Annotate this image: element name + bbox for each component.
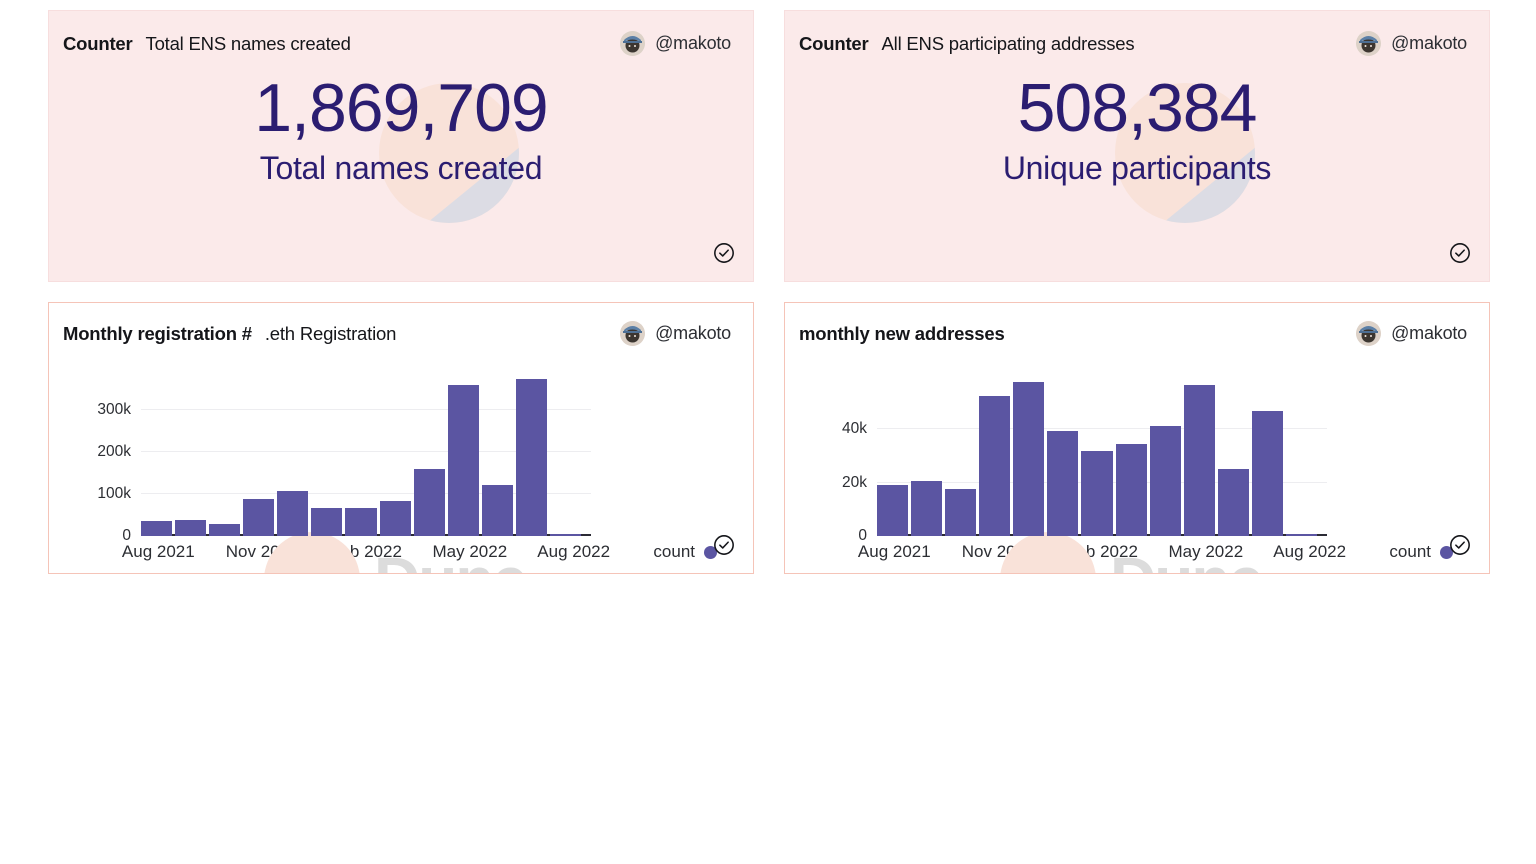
- card-grid: Counter Total ENS names created: [48, 10, 1492, 574]
- x-axis-tick-label: May 2022: [1169, 542, 1244, 562]
- bar[interactable]: [945, 489, 976, 536]
- bar[interactable]: [911, 481, 942, 536]
- card-title: Total ENS names created: [146, 33, 351, 55]
- y-axis-tick-label: 20k: [842, 474, 867, 492]
- bar[interactable]: [1116, 444, 1147, 536]
- card-kind-label: Counter: [63, 33, 133, 55]
- legend-label: count: [1389, 542, 1431, 562]
- bar[interactable]: [175, 520, 206, 536]
- card-title-group: Counter All ENS participating addresses: [799, 33, 1134, 55]
- legend-label: count: [653, 542, 695, 562]
- card-author[interactable]: @makoto: [620, 31, 731, 56]
- card-title: All ENS participating addresses: [882, 33, 1135, 55]
- bar[interactable]: [1150, 426, 1181, 536]
- counter-body: 1,869,709 Total names created: [49, 74, 753, 187]
- author-handle: @makoto: [655, 33, 731, 54]
- x-axis-tick-label: Aug 2021: [858, 542, 931, 562]
- bar[interactable]: [979, 396, 1010, 536]
- avatar-makoto-icon: [620, 31, 645, 56]
- x-axis-tick-label: Feb 2022: [1066, 542, 1138, 562]
- check-circle-icon[interactable]: [713, 242, 735, 269]
- bar[interactable]: [414, 469, 445, 536]
- x-axis-tick-label: Feb 2022: [330, 542, 402, 562]
- x-axis: Aug 2021Nov 2021Feb 2022May 2022Aug 2022: [141, 542, 591, 564]
- counter-value: 1,869,709: [49, 74, 753, 142]
- x-axis-tick-label: Nov 2021: [226, 542, 299, 562]
- avatar-makoto-icon: [620, 321, 645, 346]
- y-axis-tick-label: 100k: [97, 485, 131, 503]
- bar-plot-1: 0100k200k300kAug 2021Nov 2021Feb 2022May…: [141, 376, 581, 536]
- chart-legend[interactable]: count: [1389, 542, 1453, 562]
- y-axis-tick-label: 300k: [97, 401, 131, 419]
- counter-card-unique-participants[interactable]: Counter All ENS participating addresses: [784, 10, 1490, 282]
- bar[interactable]: [1252, 411, 1283, 536]
- bar[interactable]: [516, 379, 547, 536]
- card-title-group: Monthly registration # .eth Registration: [63, 323, 396, 345]
- dashboard-board: Counter Total ENS names created: [0, 0, 1536, 864]
- x-axis: Aug 2021Nov 2021Feb 2022May 2022Aug 2022: [877, 542, 1327, 564]
- bar[interactable]: [482, 485, 513, 536]
- avatar-makoto-icon: [1356, 321, 1381, 346]
- x-axis-tick-label: Nov 2021: [962, 542, 1035, 562]
- author-handle: @makoto: [1391, 33, 1467, 54]
- bar-series-count: [141, 376, 581, 536]
- bar[interactable]: [141, 521, 172, 536]
- card-author[interactable]: @makoto: [620, 321, 731, 346]
- x-axis-tick-label: Aug 2022: [537, 542, 610, 562]
- x-axis-tick-label: Aug 2022: [1273, 542, 1346, 562]
- bar[interactable]: [1218, 469, 1249, 536]
- card-title-group: monthly new addresses: [799, 323, 1018, 345]
- bar[interactable]: [345, 508, 376, 536]
- counter-label: Total names created: [49, 150, 753, 187]
- chart-card-monthly-registration[interactable]: Monthly registration # .eth Registration: [48, 302, 754, 574]
- x-axis-tick-label: May 2022: [433, 542, 508, 562]
- chart-plot-area: Dune 020k40kAug 2021Nov 2021Feb 2022May …: [785, 352, 1489, 564]
- check-circle-icon[interactable]: [1449, 534, 1471, 561]
- bar[interactable]: [877, 485, 908, 536]
- y-axis-tick-label: 200k: [97, 443, 131, 461]
- card-kind-label: Counter: [799, 33, 869, 55]
- y-axis-tick-label: 40k: [842, 420, 867, 438]
- chart-card-monthly-new-addresses[interactable]: monthly new addresses @: [784, 302, 1490, 574]
- bar[interactable]: [550, 534, 581, 536]
- bar[interactable]: [209, 524, 240, 536]
- chart-plot-area: Dune 0100k200k300kAug 2021Nov 2021Feb 20…: [49, 352, 753, 564]
- avatar-makoto-icon: [1356, 31, 1381, 56]
- card-header: Counter Total ENS names created: [49, 11, 753, 56]
- bar[interactable]: [311, 508, 342, 536]
- bar[interactable]: [448, 385, 479, 536]
- card-kind-label: Monthly registration #: [63, 323, 252, 345]
- bar-series-count: [877, 376, 1317, 536]
- counter-card-total-names[interactable]: Counter Total ENS names created: [48, 10, 754, 282]
- bar-plot-2: 020k40kAug 2021Nov 2021Feb 2022May 2022A…: [877, 376, 1317, 536]
- author-handle: @makoto: [1391, 323, 1467, 344]
- bar[interactable]: [1047, 431, 1078, 536]
- chart-legend[interactable]: count: [653, 542, 717, 562]
- bar[interactable]: [1286, 534, 1317, 536]
- card-title-group: Counter Total ENS names created: [63, 33, 351, 55]
- x-axis-tick-label: Aug 2021: [122, 542, 195, 562]
- bar[interactable]: [277, 491, 308, 536]
- card-author[interactable]: @makoto: [1356, 31, 1467, 56]
- counter-label: Unique participants: [785, 150, 1489, 187]
- check-circle-icon[interactable]: [713, 534, 735, 561]
- card-header: Monthly registration # .eth Registration: [49, 303, 753, 346]
- author-handle: @makoto: [655, 323, 731, 344]
- bar[interactable]: [1013, 382, 1044, 536]
- card-header: monthly new addresses @: [785, 303, 1489, 346]
- bar[interactable]: [380, 501, 411, 536]
- card-kind-label: monthly new addresses: [799, 323, 1005, 345]
- check-circle-icon[interactable]: [1449, 242, 1471, 269]
- bar[interactable]: [1081, 451, 1112, 536]
- bar[interactable]: [1184, 385, 1215, 536]
- counter-body: 508,384 Unique participants: [785, 74, 1489, 187]
- bar[interactable]: [243, 499, 274, 536]
- card-header: Counter All ENS participating addresses: [785, 11, 1489, 56]
- card-title: .eth Registration: [265, 323, 396, 345]
- card-author[interactable]: @makoto: [1356, 321, 1467, 346]
- counter-value: 508,384: [785, 74, 1489, 142]
